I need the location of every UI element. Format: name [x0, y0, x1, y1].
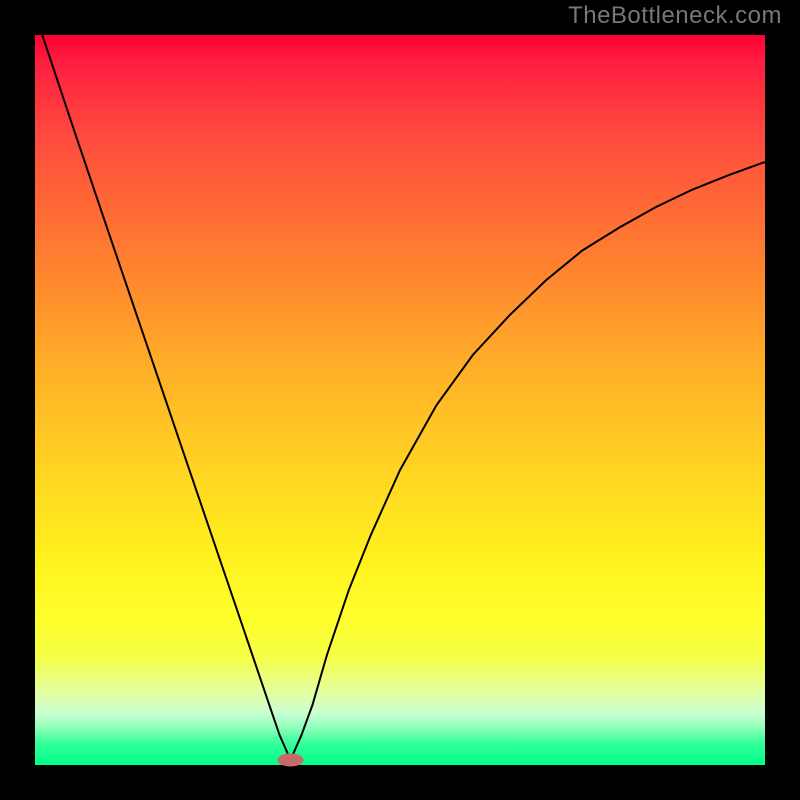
watermark-label: TheBottleneck.com: [568, 2, 782, 30]
chart-frame: TheBottleneck.com: [0, 0, 800, 800]
curve-minimum-marker: [277, 753, 303, 766]
chart-svg: [35, 35, 765, 765]
chart-plot-area: [35, 35, 765, 765]
curve-left-branch: [42, 35, 290, 760]
curve-right-branch: [291, 162, 766, 760]
